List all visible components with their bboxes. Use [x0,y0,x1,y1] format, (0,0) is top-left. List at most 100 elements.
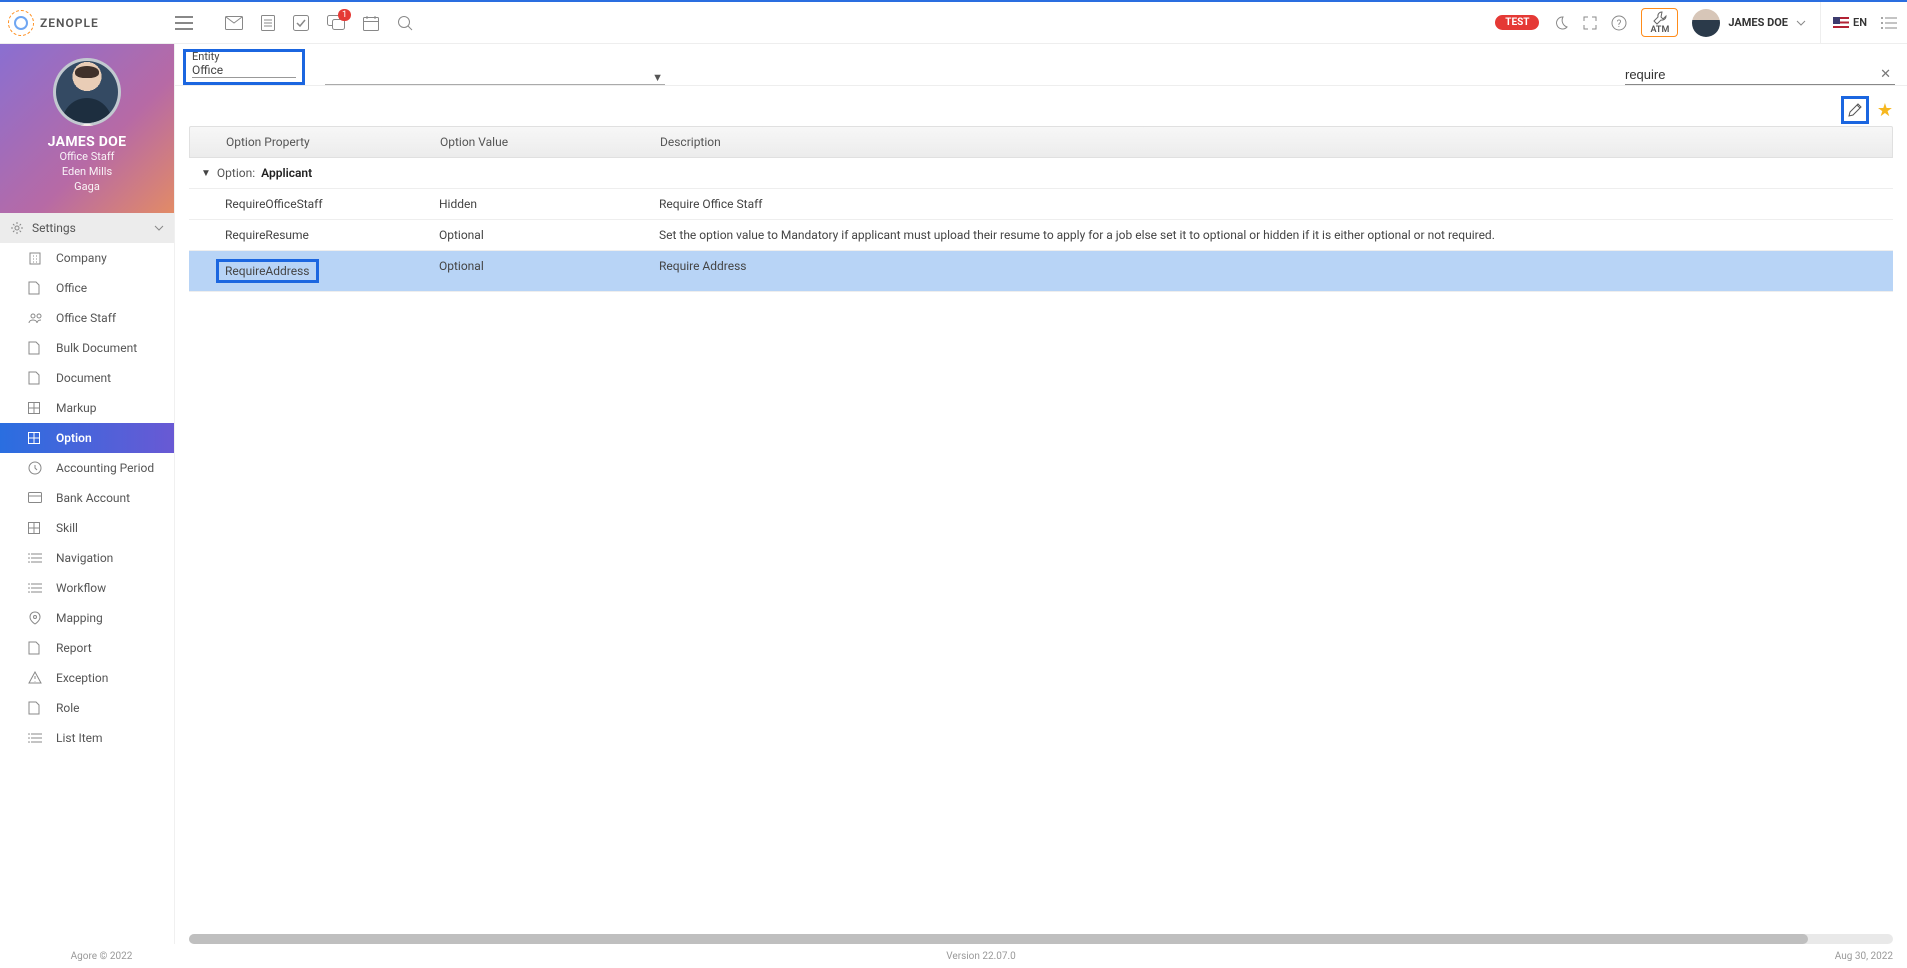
sidebar-item-label: Option [56,431,92,445]
env-badge: TEST [1495,15,1539,30]
table-row[interactable]: RequireResumeOptionalSet the option valu… [189,220,1893,251]
sidebar-item-company[interactable]: Company [0,243,174,273]
language-switch[interactable]: EN [1820,2,1867,44]
filter-bar: Entity Office ▼ ✕ [175,44,1907,86]
search-icon[interactable] [397,15,413,31]
profile-role: Office Staff [8,150,166,165]
header-option-property[interactable]: Option Property [190,135,440,149]
cell-option-value: Hidden [439,197,659,211]
building-icon [28,251,44,265]
chat-icon[interactable]: 1 [327,15,345,31]
checkbox-icon[interactable] [293,15,309,31]
sidebar-item-label: Bank Account [56,491,130,505]
collapse-icon[interactable]: ▼ [201,168,211,179]
header-description[interactable]: Description [660,135,1892,149]
option-grid: Option Property Option Value Description… [175,126,1907,930]
sidebar-item-list-item[interactable]: List Item [0,723,174,753]
favorite-icon[interactable]: ★ [1877,100,1893,121]
group-label: Option: [217,166,255,180]
sidebar-section-settings[interactable]: Settings [0,213,174,243]
file-icon [28,701,44,715]
scrollbar-thumb[interactable] [189,934,1808,944]
chevron-down-icon [1796,20,1806,26]
sidebar-item-label: Bulk Document [56,341,137,355]
search-field[interactable]: ✕ [1625,67,1895,85]
entity-selector[interactable]: Entity Office [183,49,305,85]
cell-option-value: Optional [439,228,659,242]
sidebar-item-workflow[interactable]: Workflow [0,573,174,603]
table-row[interactable]: RequireAddress OptionalRequire Address [189,251,1893,292]
cell-description: Require Office Staff [659,197,1893,211]
sidebar-item-label: Mapping [56,611,103,625]
grid-header-row: Option Property Option Value Description [189,126,1893,158]
sidebar-item-bulk-document[interactable]: Bulk Document [0,333,174,363]
sidebar-item-navigation[interactable]: Navigation [0,543,174,573]
sidebar-item-label: Company [56,251,107,265]
list-icon [28,582,44,594]
grid-icon [28,402,44,414]
highlighted-cell: RequireAddress [216,259,319,283]
calculator-icon[interactable] [261,15,275,31]
entity-value: Office [192,63,296,78]
chevron-down-icon: ▼ [652,71,663,84]
search-input[interactable] [1625,67,1876,82]
gear-icon [10,221,24,235]
sidebar-item-label: Role [56,701,80,715]
sidebar-item-option[interactable]: Option [0,423,174,453]
sidebar-item-bank-account[interactable]: Bank Account [0,483,174,513]
sidebar-item-accounting-period[interactable]: Accounting Period [0,453,174,483]
clock-icon [28,461,44,475]
language-code: EN [1853,16,1867,29]
footer-date: Aug 30, 2022 [1773,951,1893,962]
notification-badge: 1 [338,9,351,21]
sidebar-item-label: List Item [56,731,103,745]
cell-option-property: RequireOfficeStaff [189,197,439,211]
mail-icon[interactable] [225,16,243,30]
sidebar-item-document[interactable]: Document [0,363,174,393]
cell-option-property: RequireResume [189,228,439,242]
sidebar-item-markup[interactable]: Markup [0,393,174,423]
cell-description: Set the option value to Mandatory if app… [659,228,1893,242]
sidebar-item-exception[interactable]: Exception [0,663,174,693]
map-icon [28,611,44,625]
sidebar-item-label: Document [56,371,111,385]
sidebar-item-mapping[interactable]: Mapping [0,603,174,633]
profile-name: JAMES DOE [8,134,166,150]
help-icon[interactable]: ? [1611,15,1627,31]
cell-option-property: RequireAddress [189,259,439,283]
entity-dropdown-line[interactable]: ▼ [325,67,665,85]
cell-option-value: Optional [439,259,659,283]
fullscreen-icon[interactable] [1583,16,1597,30]
main: Entity Office ▼ ✕ ★ Option Property Opti… [175,44,1907,944]
sidebar-item-report[interactable]: Report [0,633,174,663]
card-icon [28,492,44,504]
cell-description: Require Address [659,259,1893,283]
group-value: Applicant [261,166,312,180]
sidebar-item-office[interactable]: Office [0,273,174,303]
header-option-value[interactable]: Option Value [440,135,660,149]
brand-logo-icon [8,10,34,36]
file-icon [28,641,44,655]
sidebar-nav: Company OfficeOffice Staff Bulk Document Do… [0,243,174,944]
sidebar-toggle-button[interactable] [175,16,215,30]
svg-text:?: ? [1617,19,1622,30]
sidebar-item-office-staff[interactable]: Office Staff [0,303,174,333]
list-icon [28,732,44,744]
atm-button[interactable]: ATM [1641,8,1678,37]
user-menu[interactable]: JAMES DOE [1692,9,1806,37]
list-icon [28,552,44,564]
horizontal-scrollbar[interactable] [189,934,1893,944]
sidebar-item-label: Accounting Period [56,461,154,475]
grid-toolbar: ★ [175,86,1907,126]
avatar [53,58,121,126]
edit-button[interactable] [1841,96,1869,124]
sidebar-item-role[interactable]: Role [0,693,174,723]
table-row[interactable]: RequireOfficeStaffHiddenRequire Office S… [189,189,1893,220]
calendar-icon[interactable] [363,15,379,31]
clear-search-icon[interactable]: ✕ [1876,67,1895,82]
list-view-icon[interactable] [1881,16,1897,30]
theme-toggle-icon[interactable] [1553,15,1569,31]
group-row[interactable]: ▼ Option: Applicant [189,158,1893,189]
sidebar-item-skill[interactable]: Skill [0,513,174,543]
warn-icon [28,671,44,684]
